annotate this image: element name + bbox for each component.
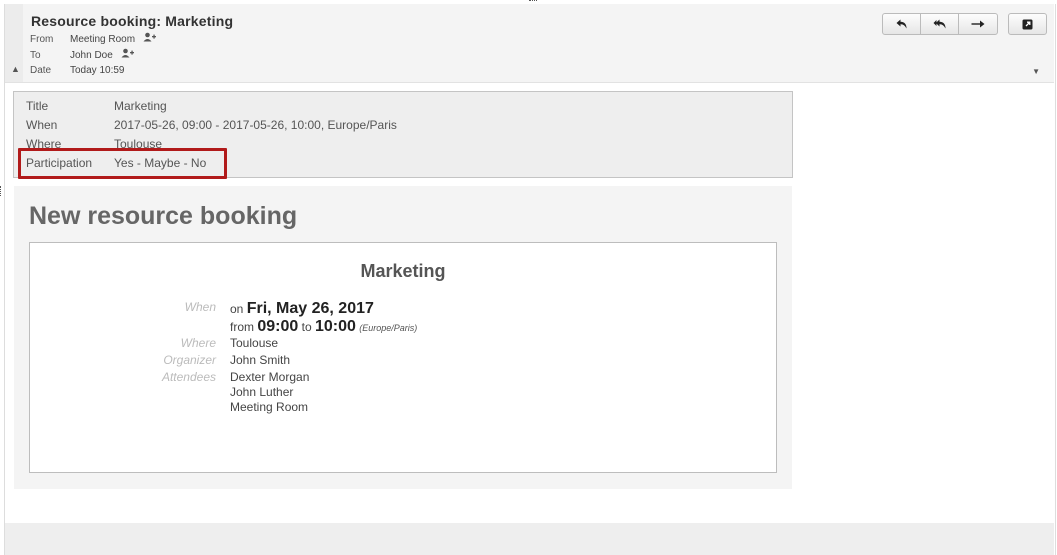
from-word: from	[230, 320, 254, 334]
end-time: 10:00	[314, 318, 356, 335]
forward-icon	[971, 20, 985, 28]
participation-highlight-box	[18, 148, 227, 179]
event-title-value: Marketing	[114, 99, 167, 113]
to-word: to	[301, 320, 312, 334]
add-contact-icon[interactable]	[121, 48, 134, 63]
event-title-row: Title Marketing	[26, 97, 167, 115]
attendee-item: Meeting Room	[230, 400, 309, 414]
to-label: To	[30, 50, 41, 62]
from-label: From	[30, 34, 54, 46]
reply-button[interactable]	[883, 14, 921, 34]
event-when-row: When 2017-05-26, 09:00 - 2017-05-26, 10:0…	[26, 116, 397, 134]
event-card: Marketing When on Fri, May 26, 2017 from…	[29, 242, 777, 473]
splitter-handle[interactable]	[0, 186, 4, 196]
footer-band	[5, 523, 1054, 555]
open-in-window-button[interactable]	[1008, 13, 1047, 35]
card-attendees-label: Attendees	[161, 370, 216, 384]
reply-button-group	[882, 13, 998, 35]
collapse-up-icon[interactable]: ▲	[11, 64, 20, 74]
message-subject: Resource booking: Marketing	[31, 13, 234, 29]
card-when-date: on Fri, May 26, 2017	[230, 301, 374, 317]
to-value[interactable]: John Doe	[70, 50, 113, 61]
message-header: ▲ Resource booking: Marketing From Meetin…	[5, 4, 1054, 83]
open-window-icon	[1022, 19, 1033, 29]
card-where-label: Where	[180, 336, 216, 350]
reply-all-button[interactable]	[921, 14, 959, 34]
chevron-down-icon[interactable]: ▼	[1032, 67, 1040, 76]
header-from-row: From Meeting Room	[30, 32, 156, 46]
event-when-value: 2017-05-26, 09:00 - 2017-05-26, 10:00, E…	[114, 118, 397, 132]
card-organizer-value: John Smith	[230, 353, 291, 367]
add-contact-icon[interactable]	[143, 32, 156, 47]
card-where-value: Toulouse	[230, 336, 279, 350]
resize-grip[interactable]	[529, 0, 537, 3]
attendee-item: John Luther	[230, 385, 294, 399]
header-collapse-strip[interactable]: ▲	[5, 4, 23, 82]
start-time: 09:00	[257, 318, 299, 335]
reply-all-icon	[933, 19, 945, 29]
card-when-label: When	[184, 300, 216, 314]
attendee-list: Dexter Morgan John Luther Meeting Room	[230, 370, 309, 415]
on-word: on	[230, 302, 244, 316]
message-heading: New resource booking	[29, 202, 298, 230]
header-date-row: Date Today 10:59	[30, 64, 125, 78]
event-card-title: Marketing	[360, 261, 446, 281]
timezone: (Europe/Paris)	[359, 323, 418, 333]
header-to-row: To John Doe	[30, 48, 134, 62]
attendee-item: Dexter Morgan	[230, 370, 310, 384]
event-title-label: Title	[26, 99, 49, 113]
card-when-time: from 09:00 to 10:00 (Europe/Paris)	[230, 319, 417, 336]
message-body: New resource booking Marketing When on F…	[14, 186, 792, 489]
from-value[interactable]: Meeting Room	[70, 34, 135, 45]
date-value: Today 10:59	[70, 65, 125, 76]
event-when-label: When	[26, 118, 58, 132]
forward-button[interactable]	[959, 14, 997, 34]
event-date: Fri, May 26, 2017	[246, 300, 374, 317]
reply-icon	[896, 19, 906, 29]
date-label: Date	[30, 65, 52, 76]
card-organizer-label: Organizer	[163, 353, 216, 367]
